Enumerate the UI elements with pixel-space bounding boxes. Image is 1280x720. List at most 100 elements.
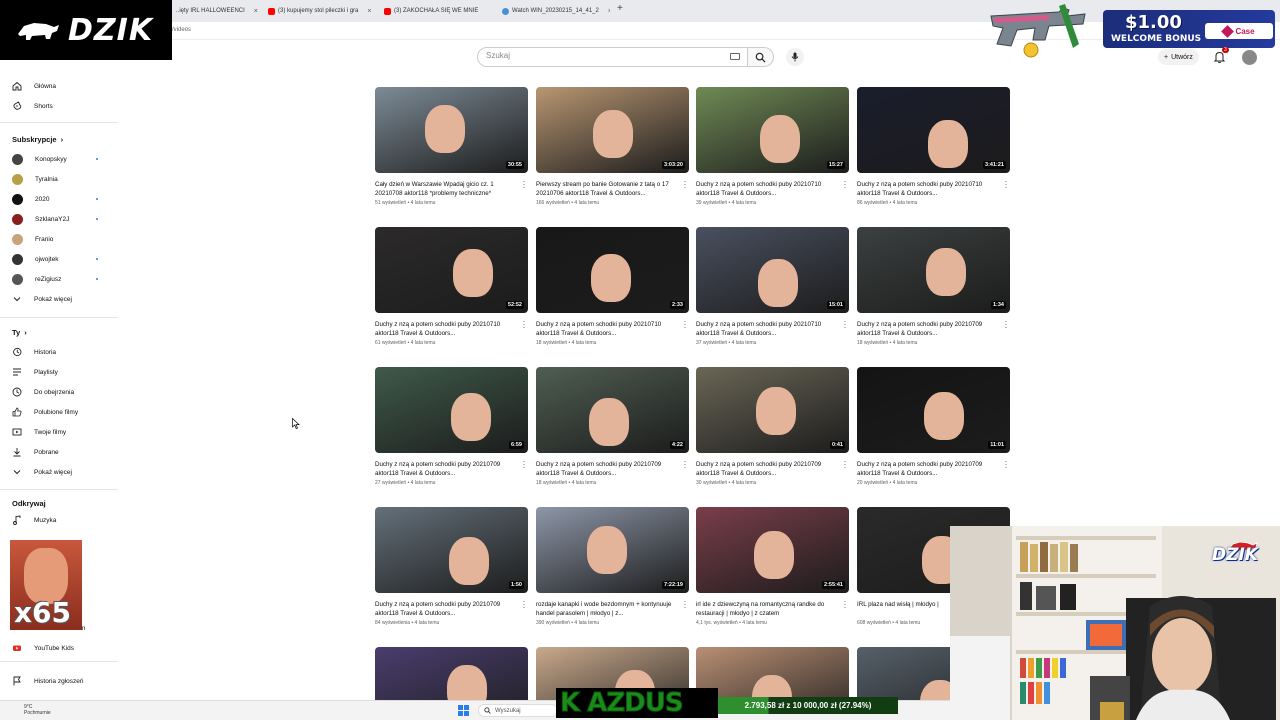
- video-thumbnail[interactable]: 11:01: [857, 367, 1010, 453]
- sidebar-item-home[interactable]: Główna: [12, 78, 112, 94]
- video-card[interactable]: 3:03:20 Pierwszy stream po banie Gotowani…: [536, 87, 689, 206]
- more-options-icon[interactable]: ···: [843, 598, 847, 612]
- windows-start-icon[interactable]: [458, 705, 469, 716]
- video-card[interactable]: 6:59 Duchy z nzą a potem schodki puby 202…: [375, 367, 528, 486]
- video-title[interactable]: irl ide z dziewczyną na romantyczną rand…: [696, 600, 836, 618]
- weather-widget[interactable]: 9°C Pochmurnie: [24, 704, 51, 716]
- subscriptions-heading[interactable]: Subskrypcje ›: [12, 135, 63, 144]
- voice-search-button[interactable]: [786, 48, 804, 66]
- video-thumbnail[interactable]: 0:41: [696, 367, 849, 453]
- video-title[interactable]: Duchy z nzą a potem schodki puby 2021070…: [375, 460, 515, 478]
- video-card[interactable]: 2:55:41 irl ide z dziewczyną na romantycz…: [696, 507, 849, 626]
- you-heading[interactable]: Ty ›: [12, 328, 27, 337]
- video-thumbnail[interactable]: 3:03:20: [536, 87, 689, 173]
- video-title[interactable]: Duchy z nzą a potem schodki puby 2021070…: [375, 600, 515, 618]
- video-title[interactable]: Duchy z nzą a potem schodki puby 2021070…: [857, 460, 997, 478]
- new-tab-button[interactable]: +: [617, 3, 623, 14]
- close-icon[interactable]: ×: [367, 8, 371, 15]
- more-options-icon[interactable]: ···: [843, 318, 847, 332]
- video-title[interactable]: Duchy z nzą a potem schodki puby 2021070…: [857, 320, 997, 338]
- video-thumbnail[interactable]: 30:55: [375, 87, 528, 173]
- promo-badge[interactable]: $1.00 WELCOME BONUS Case: [1103, 10, 1275, 48]
- sidebar-item-channel[interactable]: ojwojtek: [12, 251, 112, 267]
- browser-tab[interactable]: Watch WIN_20230215_14_41_2 ×: [498, 3, 610, 19]
- sidebar-item-channel[interactable]: Konopskyy: [12, 151, 112, 167]
- more-options-icon[interactable]: ···: [522, 178, 526, 192]
- more-options-icon[interactable]: ···: [843, 178, 847, 192]
- video-title[interactable]: Duchy z nzą a potem schodki puby 2021070…: [696, 460, 836, 478]
- video-title[interactable]: Duchy z nzą a potem schodki puby 2021071…: [696, 320, 836, 338]
- browser-tab[interactable]: (3) ZAKOCHAŁA SIĘ WE MNIE ×: [380, 3, 488, 19]
- close-icon[interactable]: ×: [608, 8, 610, 15]
- account-avatar[interactable]: [1242, 50, 1257, 65]
- sidebar-item-kids[interactable]: YouTube Kids: [12, 640, 112, 656]
- close-icon[interactable]: ×: [254, 8, 258, 15]
- sidebar-item-downloads[interactable]: Pobrane: [12, 444, 112, 460]
- sidebar-item-shorts[interactable]: Shorts: [12, 98, 112, 114]
- more-options-icon[interactable]: ···: [522, 458, 526, 472]
- close-icon[interactable]: ×: [487, 8, 488, 15]
- more-options-icon[interactable]: ···: [1004, 458, 1008, 472]
- video-card[interactable]: 11:01 Duchy z nzą a potem schodki puby 20…: [857, 367, 1010, 486]
- video-thumbnail[interactable]: 3:41:21: [857, 87, 1010, 173]
- search-input[interactable]: [486, 51, 726, 60]
- video-card[interactable]: 1:50 Duchy z nzą a potem schodki puby 202…: [375, 507, 528, 626]
- sidebar-item-history[interactable]: Historia: [12, 344, 112, 360]
- video-card[interactable]: 1:34 Duchy z nzą a potem schodki puby 202…: [857, 227, 1010, 346]
- sidebar-item-channel[interactable]: reZigiusz: [12, 271, 112, 287]
- video-card[interactable]: 7:22:19 rozdaje kanapki i wode bezdomnym …: [536, 507, 689, 626]
- video-card[interactable]: 52:52 Duchy z nzą a potem schodki puby 20…: [375, 227, 528, 346]
- video-title[interactable]: Duchy z nzą a potem schodki puby 2021071…: [375, 320, 515, 338]
- more-options-icon[interactable]: ···: [1004, 178, 1008, 192]
- video-title[interactable]: Duchy z nzą a potem schodki puby 2021070…: [536, 460, 676, 478]
- more-options-icon[interactable]: ···: [683, 598, 687, 612]
- video-card[interactable]: 15:01 Duchy z nzą a potem schodki puby 20…: [696, 227, 849, 346]
- video-thumbnail[interactable]: 15:27: [696, 87, 849, 173]
- video-thumbnail[interactable]: 1:50: [375, 507, 528, 593]
- more-options-icon[interactable]: ···: [843, 458, 847, 472]
- sidebar-item-channel[interactable]: 2020: [12, 191, 112, 207]
- video-thumbnail[interactable]: 2:55:41: [696, 507, 849, 593]
- notifications-button[interactable]: 3: [1213, 47, 1229, 68]
- video-title[interactable]: Duchy z nzą a potem schodki puby 2021071…: [536, 320, 676, 338]
- sidebar-item-show-more[interactable]: Pokaż więcej: [12, 291, 112, 307]
- sidebar-item-music[interactable]: Muzyka: [12, 512, 112, 528]
- video-card[interactable]: 3:41:21 Duchy z nzą a potem schodki puby …: [857, 87, 1010, 206]
- video-thumbnail[interactable]: 15:01: [696, 227, 849, 313]
- more-options-icon[interactable]: ···: [1004, 318, 1008, 332]
- more-options-icon[interactable]: ···: [683, 178, 687, 192]
- sidebar-item-your-videos[interactable]: Twoje filmy: [12, 424, 112, 440]
- search-button[interactable]: [748, 47, 774, 67]
- create-button[interactable]: + Utwórz: [1158, 49, 1199, 65]
- video-title[interactable]: Cały dzień w Warszawie Wpadaj gicio cz. …: [375, 180, 515, 198]
- video-thumbnail[interactable]: 2:33: [536, 227, 689, 313]
- video-card[interactable]: 15:27 Duchy z nzą a potem schodki puby 20…: [696, 87, 849, 206]
- video-card[interactable]: 4:22 Duchy z nzą a potem schodki puby 202…: [536, 367, 689, 486]
- search-box[interactable]: [477, 47, 748, 67]
- sidebar-item-watch-later[interactable]: Do obejrzenia: [12, 384, 112, 400]
- video-card[interactable]: 2:33 Duchy z nzą a potem schodki puby 202…: [536, 227, 689, 346]
- browser-tab[interactable]: (3) kupujemy stol pileczki i gra ×: [264, 3, 372, 19]
- sidebar-item-report-history[interactable]: Historia zgłoszeń: [12, 673, 112, 689]
- sidebar-item-show-more[interactable]: Pokaż więcej: [12, 464, 112, 480]
- browser-tab[interactable]: ..ięty IRL HALLOWEENCI ×: [172, 3, 264, 19]
- video-title[interactable]: rozdaje kanapki i wode bezdomnym + konty…: [536, 600, 676, 618]
- video-title[interactable]: Duchy z nzą a potem schodki puby 2021071…: [696, 180, 836, 198]
- more-options-icon[interactable]: ···: [522, 318, 526, 332]
- more-options-icon[interactable]: ···: [522, 598, 526, 612]
- video-thumbnail[interactable]: 6:59: [375, 367, 528, 453]
- video-title[interactable]: Duchy z nzą a potem schodki puby 2021071…: [857, 180, 997, 198]
- taskbar-search[interactable]: Wyszukaj: [478, 704, 558, 717]
- video-thumbnail[interactable]: 1:34: [857, 227, 1010, 313]
- sidebar-item-liked[interactable]: Polubione filmy: [12, 404, 112, 420]
- video-title[interactable]: Pierwszy stream po banie Gotowanie z tat…: [536, 180, 676, 198]
- video-card[interactable]: 30:55 Cały dzień w Warszawie Wpadaj gicio…: [375, 87, 528, 206]
- sidebar-item-channel[interactable]: Franio: [12, 231, 112, 247]
- keyboard-icon[interactable]: [730, 53, 740, 60]
- video-thumbnail[interactable]: 52:52: [375, 227, 528, 313]
- video-thumbnail[interactable]: 4:22: [536, 367, 689, 453]
- sidebar-item-playlists[interactable]: Playlisty: [12, 364, 112, 380]
- more-options-icon[interactable]: ···: [683, 318, 687, 332]
- sidebar-item-channel[interactable]: Tyralnia: [12, 171, 112, 187]
- video-thumbnail[interactable]: 7:22:19: [536, 507, 689, 593]
